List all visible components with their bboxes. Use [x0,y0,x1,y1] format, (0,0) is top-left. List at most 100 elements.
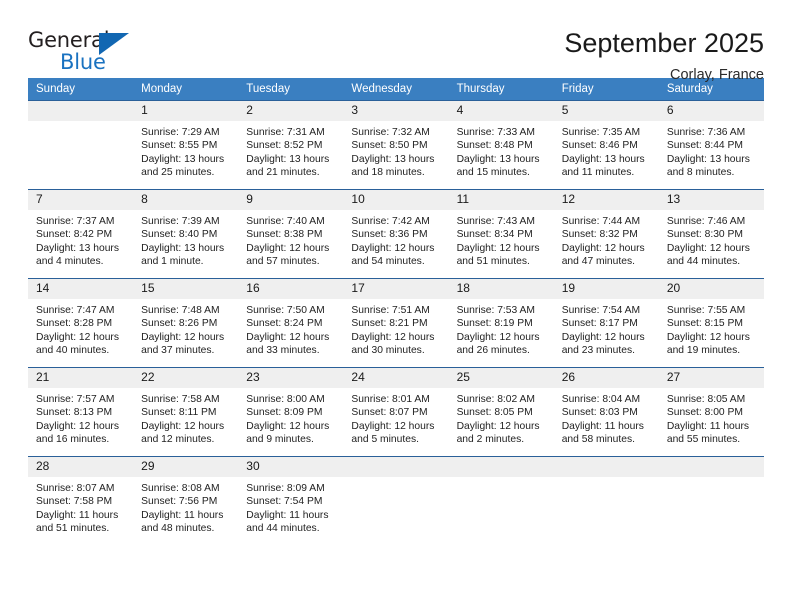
calendar-day-cell[interactable]: 28 Sunrise: 8:07 AM Sunset: 7:58 PM Dayligh… [28,456,134,545]
day-sun-details: Sunrise: 7:40 AM Sunset: 8:38 PM Daylight:… [238,210,343,269]
day-number: 26 [553,368,659,388]
calendar-day-cell[interactable]: 10 Sunrise: 7:42 AM Sunset: 8:36 PM Dayligh… [343,189,449,279]
day-sun-details: Sunrise: 7:31 AM Sunset: 8:52 PM Daylight:… [238,121,343,180]
calendar-day-cell[interactable]: 6 Sunrise: 7:36 AM Sunset: 8:44 PM Daylight… [658,100,764,190]
calendar-day-cell[interactable] [343,456,449,545]
day-number: 12 [553,190,659,210]
day-cell-content: 25 Sunrise: 8:02 AM Sunset: 8:05 PM Dayligh… [448,368,554,456]
calendar-day-cell[interactable]: 3 Sunrise: 7:32 AM Sunset: 8:50 PM Daylight… [343,100,449,190]
daylight-line2-text: and 51 minutes. [456,256,530,268]
day-number: 25 [448,368,554,388]
calendar-day-cell[interactable]: 13 Sunrise: 7:46 AM Sunset: 8:30 PM Dayligh… [658,189,764,279]
day-number: 11 [448,190,554,210]
day-sun-details: Sunrise: 7:57 AM Sunset: 8:13 PM Daylight:… [28,388,133,447]
day-cell-content: 30 Sunrise: 8:09 AM Sunset: 7:54 PM Dayligh… [238,457,344,545]
calendar-day-cell[interactable]: 9 Sunrise: 7:40 AM Sunset: 8:38 PM Daylight… [238,189,344,279]
calendar-day-cell[interactable]: 26 Sunrise: 8:04 AM Sunset: 8:03 PM Dayligh… [553,367,659,457]
calendar-day-cell[interactable]: 5 Sunrise: 7:35 AM Sunset: 8:46 PM Daylight… [553,100,659,190]
sunrise-text: Sunrise: 8:05 AM [666,394,746,405]
calendar-day-cell[interactable] [448,456,554,545]
calendar-day-cell[interactable] [28,100,134,190]
title-block: September 2025 Corlay, France [564,26,764,83]
calendar-day-cell[interactable]: 1 Sunrise: 7:29 AM Sunset: 8:55 PM Daylight… [133,100,239,190]
sunset-text: Sunset: 7:56 PM [141,496,218,508]
daylight-line1-text: Daylight: 11 hours [561,420,644,432]
day-number: 17 [343,279,449,299]
daylight-line1-text: Daylight: 13 hours [246,153,330,165]
day-sun-details: Sunrise: 7:36 AM Sunset: 8:44 PM Daylight:… [659,121,764,180]
sunset-text: Sunset: 8:34 PM [456,229,533,241]
day-number: 24 [343,368,449,388]
sunset-text: Sunset: 8:13 PM [36,407,113,419]
calendar-week-row: 7 Sunrise: 7:37 AM Sunset: 8:42 PM Daylight… [28,189,764,279]
calendar-day-cell[interactable]: 19 Sunrise: 7:54 AM Sunset: 8:17 PM Dayligh… [553,278,659,368]
daylight-line1-text: Daylight: 13 hours [456,153,540,165]
day-sun-details: Sunrise: 7:37 AM Sunset: 8:42 PM Daylight:… [28,210,133,269]
day-cell-content: 4 Sunrise: 7:33 AM Sunset: 8:48 PM Daylight… [448,101,554,189]
day-sun-details: Sunrise: 7:48 AM Sunset: 8:26 PM Daylight:… [133,299,238,358]
calendar-day-cell[interactable]: 21 Sunrise: 7:57 AM Sunset: 8:13 PM Dayligh… [28,367,134,457]
day-cell-content: 23 Sunrise: 8:00 AM Sunset: 8:09 PM Dayligh… [238,368,344,456]
calendar-day-cell[interactable]: 15 Sunrise: 7:48 AM Sunset: 8:26 PM Dayligh… [133,278,239,368]
sunset-text: Sunset: 7:58 PM [36,496,113,508]
day-number: 3 [343,101,449,121]
daylight-line1-text: Daylight: 13 hours [141,242,225,254]
daylight-line1-text: Daylight: 12 hours [141,331,225,343]
calendar-day-cell[interactable]: 4 Sunrise: 7:33 AM Sunset: 8:48 PM Daylight… [448,100,554,190]
calendar-day-cell[interactable] [553,456,659,545]
day-number [343,457,449,477]
calendar-day-cell[interactable]: 24 Sunrise: 8:01 AM Sunset: 8:07 PM Dayligh… [343,367,449,457]
sunset-text: Sunset: 8:46 PM [561,140,638,152]
calendar-day-cell[interactable] [658,456,764,545]
calendar-day-cell[interactable]: 25 Sunrise: 8:02 AM Sunset: 8:05 PM Dayligh… [448,367,554,457]
day-sun-details: Sunrise: 7:58 AM Sunset: 8:11 PM Daylight:… [133,388,238,447]
calendar-day-cell[interactable]: 8 Sunrise: 7:39 AM Sunset: 8:40 PM Daylight… [133,189,239,279]
sunrise-text: Sunrise: 7:48 AM [141,305,220,316]
day-sun-details: Sunrise: 7:50 AM Sunset: 8:24 PM Daylight:… [238,299,343,358]
day-cell-content: 26 Sunrise: 8:04 AM Sunset: 8:03 PM Dayligh… [553,368,659,456]
calendar-day-cell[interactable]: 17 Sunrise: 7:51 AM Sunset: 8:21 PM Dayligh… [343,278,449,368]
daylight-line2-text: and 2 minutes. [456,434,525,446]
calendar-day-cell[interactable]: 14 Sunrise: 7:47 AM Sunset: 8:28 PM Dayligh… [28,278,134,368]
day-number [658,457,764,477]
daylight-line2-text: and 1 minute. [141,256,204,268]
calendar-day-cell[interactable]: 7 Sunrise: 7:37 AM Sunset: 8:42 PM Daylight… [28,189,134,279]
calendar-day-cell[interactable]: 20 Sunrise: 7:55 AM Sunset: 8:15 PM Dayligh… [658,278,764,368]
calendar-day-cell[interactable]: 2 Sunrise: 7:31 AM Sunset: 8:52 PM Daylight… [238,100,344,190]
daylight-line2-text: and 48 minutes. [141,523,215,535]
sunset-text: Sunset: 8:50 PM [351,140,428,152]
day-number: 13 [658,190,764,210]
daylight-line2-text: and 5 minutes. [351,434,419,446]
logo-text-general: General [28,28,110,52]
calendar-day-cell[interactable]: 22 Sunrise: 7:58 AM Sunset: 8:11 PM Dayligh… [133,367,239,457]
daylight-line2-text: and 19 minutes. [666,345,741,357]
day-cell-content: 28 Sunrise: 8:07 AM Sunset: 7:58 PM Dayligh… [28,457,134,545]
day-number: 1 [133,101,239,121]
sunrise-text: Sunrise: 7:57 AM [36,394,115,405]
calendar-day-cell[interactable]: 12 Sunrise: 7:44 AM Sunset: 8:32 PM Dayligh… [553,189,659,279]
daylight-line2-text: and 25 minutes. [141,167,215,179]
calendar-day-cell[interactable]: 11 Sunrise: 7:43 AM Sunset: 8:34 PM Dayligh… [448,189,554,279]
sunset-text: Sunset: 8:09 PM [246,407,323,419]
day-sun-details: Sunrise: 7:32 AM Sunset: 8:50 PM Daylight:… [343,121,448,180]
day-cell-content: 14 Sunrise: 7:47 AM Sunset: 8:28 PM Dayligh… [28,279,134,367]
sunset-text: Sunset: 8:44 PM [666,140,743,152]
day-sun-details: Sunrise: 7:35 AM Sunset: 8:46 PM Daylight:… [554,121,659,180]
sunset-text: Sunset: 8:19 PM [456,318,533,330]
sunrise-text: Sunrise: 7:31 AM [246,127,325,138]
calendar-day-cell[interactable]: 29 Sunrise: 8:08 AM Sunset: 7:56 PM Dayligh… [133,456,239,545]
daylight-line2-text: and 37 minutes. [141,345,215,357]
calendar-day-cell[interactable]: 27 Sunrise: 8:05 AM Sunset: 8:00 PM Dayligh… [658,367,764,457]
calendar-day-cell[interactable]: 18 Sunrise: 7:53 AM Sunset: 8:19 PM Dayligh… [448,278,554,368]
calendar-day-cell[interactable]: 23 Sunrise: 8:00 AM Sunset: 8:09 PM Dayligh… [238,367,344,457]
calendar-day-cell[interactable]: 16 Sunrise: 7:50 AM Sunset: 8:24 PM Dayligh… [238,278,344,368]
day-cell-content: 7 Sunrise: 7:37 AM Sunset: 8:42 PM Daylight… [28,190,134,278]
daylight-line1-text: Daylight: 12 hours [351,420,435,432]
sunrise-text: Sunrise: 7:40 AM [246,216,325,227]
daylight-line1-text: Daylight: 13 hours [141,153,225,165]
day-cell-content [658,457,764,545]
calendar-day-cell[interactable]: 30 Sunrise: 8:09 AM Sunset: 7:54 PM Dayligh… [238,456,344,545]
sunset-text: Sunset: 8:36 PM [351,229,428,241]
daylight-line2-text: and 44 minutes. [246,523,320,535]
day-sun-details: Sunrise: 8:08 AM Sunset: 7:56 PM Daylight:… [133,477,238,536]
